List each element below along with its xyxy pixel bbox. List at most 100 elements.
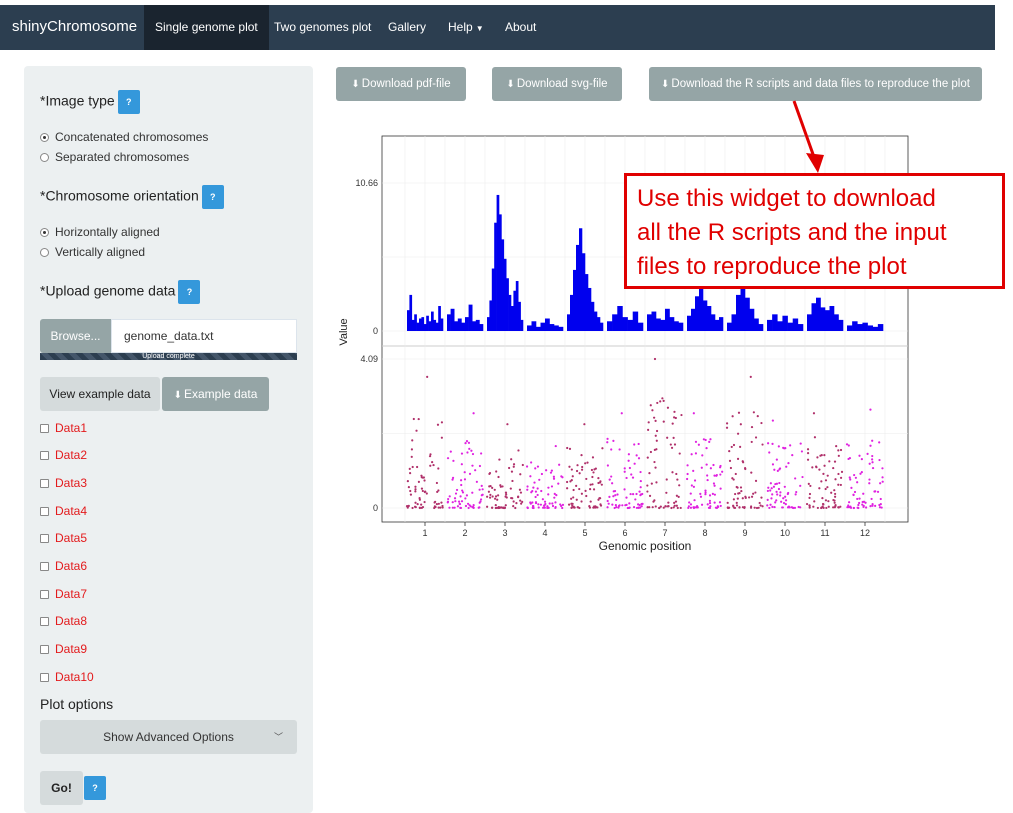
- tab-two-genomes-plot[interactable]: Two genomes plot: [263, 5, 382, 50]
- checkbox-data2[interactable]: Data2: [40, 448, 87, 462]
- file-name-field[interactable]: genome_data.txt: [111, 319, 297, 353]
- bar-mark: [607, 321, 613, 331]
- scatter-point: [534, 490, 538, 493]
- scatter-point: [871, 454, 874, 458]
- bar-mark: [767, 319, 773, 331]
- scatter-point: [833, 506, 836, 509]
- bar-mark: [450, 308, 455, 331]
- scatter-point: [472, 504, 475, 507]
- checkbox-data1[interactable]: Data1: [40, 421, 87, 435]
- image-type-help-button[interactable]: ?: [117, 90, 140, 114]
- checkbox-data4[interactable]: Data4: [40, 504, 87, 518]
- y-tick-label: 4.09: [360, 354, 378, 364]
- scatter-point: [754, 479, 758, 483]
- go-help-button[interactable]: ?: [84, 776, 106, 800]
- download-svg-button[interactable]: ⬇ Download svg-file: [492, 67, 622, 101]
- scatter-point: [773, 468, 776, 471]
- y-tick-label: 0: [373, 503, 378, 513]
- scatter-point: [876, 490, 880, 493]
- scatter-point: [526, 506, 529, 510]
- download-pdf-button[interactable]: ⬇ Download pdf-file: [336, 67, 466, 101]
- scatter-point: [612, 439, 615, 442]
- checkbox-data3[interactable]: Data3: [40, 476, 87, 490]
- scatter-point: [760, 496, 763, 499]
- radio-unselected-icon: [40, 152, 49, 162]
- radio-vertical[interactable]: Vertically aligned: [40, 245, 145, 259]
- checkbox-data7[interactable]: Data7: [40, 587, 87, 601]
- scatter-point: [599, 497, 602, 500]
- scatter-point: [468, 447, 471, 450]
- scatter-point: [557, 482, 560, 485]
- scatter-point: [559, 503, 562, 506]
- scatter-point: [879, 482, 882, 485]
- scatter-point: [593, 506, 597, 509]
- tab-about[interactable]: About: [494, 5, 547, 50]
- scatter-point: [750, 471, 753, 474]
- scatter-point: [547, 486, 550, 489]
- checkbox-icon: [40, 616, 49, 626]
- checkbox-data6[interactable]: Data6: [40, 559, 87, 573]
- scatter-point: [866, 452, 869, 455]
- scatter-point: [860, 458, 863, 461]
- orientation-help-button[interactable]: ?: [201, 185, 224, 209]
- scatter-point: [480, 484, 483, 487]
- scatter-point: [693, 499, 696, 502]
- scatter-point: [847, 444, 850, 447]
- scatter-point: [704, 489, 707, 492]
- upload-help-button[interactable]: ?: [178, 280, 201, 304]
- scatter-point: [417, 480, 420, 484]
- scatter-point: [520, 502, 523, 505]
- scatter-point: [845, 443, 849, 446]
- app-brand[interactable]: shinyChromosome: [12, 18, 137, 35]
- go-button[interactable]: Go!: [40, 771, 83, 805]
- scatter-point: [504, 504, 507, 507]
- scatter-point: [780, 500, 783, 503]
- scatter-point: [568, 465, 571, 468]
- example-data-button[interactable]: ⬇ Example data: [162, 377, 269, 411]
- scatter-point: [561, 506, 564, 510]
- scatter-point: [651, 506, 654, 509]
- browse-button[interactable]: Browse...: [40, 319, 111, 353]
- scatter-point: [581, 465, 584, 469]
- bar-mark: [549, 324, 555, 331]
- scatter-point: [599, 480, 602, 483]
- tab-single-genome-plot[interactable]: Single genome plot: [144, 5, 269, 50]
- scatter-point: [518, 488, 521, 491]
- scatter-point: [465, 494, 469, 497]
- scatter-point: [441, 506, 444, 509]
- scatter-point: [624, 504, 627, 507]
- scatter-point: [731, 415, 734, 418]
- view-example-data-button[interactable]: View example data: [40, 377, 160, 411]
- scatter-point: [676, 506, 679, 510]
- bar-mark: [669, 317, 675, 331]
- bar-mark: [691, 308, 696, 331]
- scatter-point: [633, 443, 636, 446]
- scatter-point: [593, 468, 596, 471]
- tab-help[interactable]: Help ▼: [437, 5, 495, 50]
- scatter-point: [732, 443, 736, 447]
- radio-concatenated[interactable]: Concatenated chromosomes: [40, 130, 208, 144]
- checkbox-data5-label: Data5: [55, 531, 88, 545]
- radio-separated[interactable]: Separated chromosomes: [40, 150, 189, 164]
- scatter-point: [813, 436, 817, 439]
- scatter-point: [413, 505, 417, 508]
- scatter-point: [471, 506, 474, 509]
- radio-horizontal[interactable]: Horizontally aligned: [40, 225, 160, 239]
- scatter-point: [871, 466, 875, 470]
- scatter-point: [856, 481, 859, 484]
- tab-gallery[interactable]: Gallery: [377, 5, 437, 50]
- download-icon: ⬇: [351, 79, 360, 90]
- scatter-point: [457, 500, 461, 503]
- scatter-point: [808, 504, 811, 507]
- advanced-options-select[interactable]: Show Advanced Options ﹀: [40, 720, 297, 754]
- checkbox-data9[interactable]: Data9: [40, 642, 87, 656]
- scatter-point: [449, 450, 452, 453]
- checkbox-data10[interactable]: Data10: [40, 670, 94, 684]
- x-tick-label: 9: [742, 528, 747, 538]
- bar-mark: [825, 310, 830, 331]
- checkbox-data8[interactable]: Data8: [40, 614, 87, 628]
- scatter-point: [776, 493, 779, 496]
- scatter-point: [692, 469, 695, 472]
- scatter-point: [812, 412, 816, 415]
- checkbox-data5[interactable]: Data5: [40, 531, 87, 545]
